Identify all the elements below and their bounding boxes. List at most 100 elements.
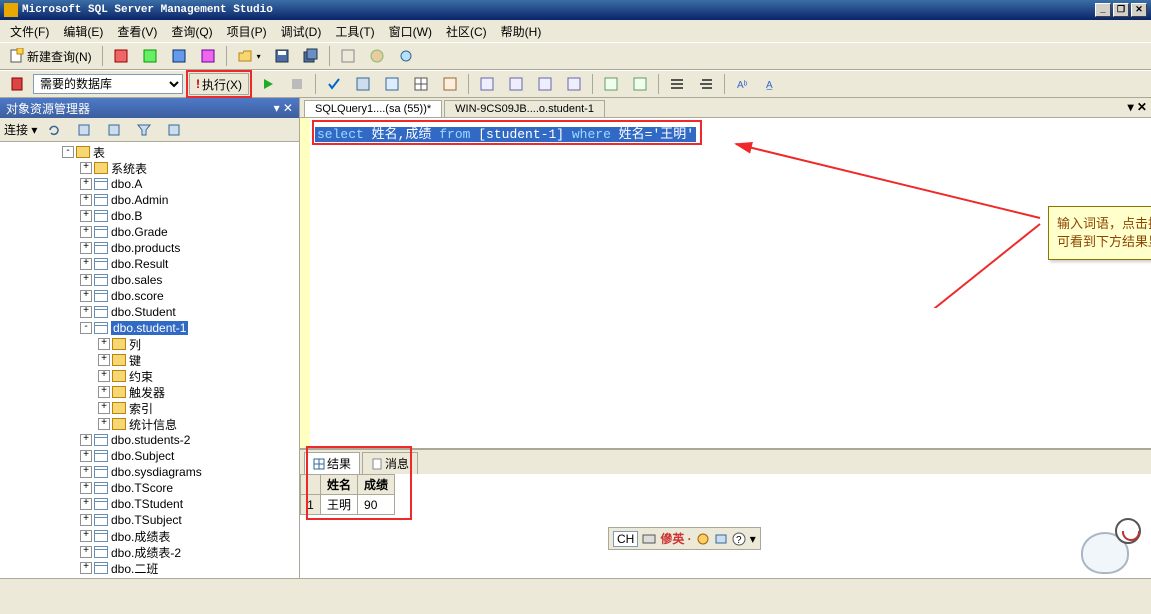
- tree-label[interactable]: dbo.Admin: [111, 193, 168, 207]
- tab-menu-button[interactable]: ▾ ✕: [1128, 100, 1147, 114]
- tree-expander[interactable]: +: [98, 370, 110, 382]
- tb2-11[interactable]: [693, 73, 719, 95]
- ime-softkb-icon[interactable]: [714, 532, 728, 546]
- tree-label[interactable]: dbo.成绩表: [111, 528, 170, 545]
- oe-btn-3[interactable]: [101, 119, 127, 141]
- tree-expander[interactable]: +: [80, 530, 92, 542]
- tree-expander[interactable]: +: [98, 386, 110, 398]
- tree-node[interactable]: + 索引: [2, 400, 297, 416]
- tree-expander[interactable]: +: [98, 338, 110, 350]
- tb-icon-1[interactable]: [108, 45, 134, 67]
- tree-expander[interactable]: +: [80, 514, 92, 526]
- ime-keyboard-icon[interactable]: [642, 532, 656, 546]
- tree-expander[interactable]: +: [80, 162, 92, 174]
- menu-window[interactable]: 窗口(W): [383, 21, 438, 42]
- new-query-button[interactable]: 新建查询(N): [4, 45, 97, 67]
- tree-node[interactable]: + 统计信息: [2, 416, 297, 432]
- col-name[interactable]: 姓名: [321, 475, 358, 495]
- tb-6[interactable]: [364, 45, 390, 67]
- tree-expander[interactable]: +: [98, 418, 110, 430]
- tree-label[interactable]: dbo.Subject: [111, 449, 174, 463]
- debug-button[interactable]: [255, 73, 281, 95]
- open-button[interactable]: ▾: [232, 45, 266, 67]
- restore-button[interactable]: ❐: [1113, 3, 1129, 17]
- tree-node[interactable]: + dbo.products: [2, 240, 297, 256]
- cell-name[interactable]: 王明: [321, 495, 358, 515]
- tree-label[interactable]: dbo.二班: [111, 560, 158, 577]
- cell-score[interactable]: 90: [358, 495, 395, 515]
- tree-label[interactable]: dbo.TScore: [111, 481, 173, 495]
- tb2-10[interactable]: [664, 73, 690, 95]
- tree-label[interactable]: dbo.students-2: [111, 433, 190, 447]
- minimize-button[interactable]: _: [1095, 3, 1111, 17]
- tree-node[interactable]: -表: [2, 144, 297, 160]
- tree-node[interactable]: +dbo.TScore: [2, 480, 297, 496]
- tree-label[interactable]: 索引: [129, 400, 153, 417]
- table-row[interactable]: 1 王明 90: [301, 495, 395, 515]
- parse-button[interactable]: [321, 73, 347, 95]
- tb-7[interactable]: [393, 45, 419, 67]
- tb2-3[interactable]: [437, 73, 463, 95]
- menu-edit[interactable]: 编辑(E): [57, 21, 109, 42]
- tb2-9[interactable]: [627, 73, 653, 95]
- tree-expander[interactable]: -: [62, 146, 74, 158]
- pin-icon[interactable]: ▾ ✕: [274, 101, 293, 115]
- tree-expander[interactable]: +: [80, 242, 92, 254]
- messages-tab[interactable]: 消息: [362, 452, 418, 474]
- tb2-4[interactable]: [474, 73, 500, 95]
- tb-icon-4[interactable]: [195, 45, 221, 67]
- tb-icon-3[interactable]: [166, 45, 192, 67]
- tb2-5[interactable]: [503, 73, 529, 95]
- tree-label[interactable]: 系统表: [111, 160, 147, 177]
- tree-expander[interactable]: +: [80, 546, 92, 558]
- tree-expander[interactable]: +: [80, 306, 92, 318]
- tree-expander[interactable]: +: [80, 178, 92, 190]
- tb2-6[interactable]: [532, 73, 558, 95]
- tree-node[interactable]: +dbo.Admin: [2, 192, 297, 208]
- tree-label[interactable]: dbo.A: [111, 177, 142, 191]
- menu-community[interactable]: 社区(C): [440, 21, 493, 42]
- tree-expander[interactable]: +: [80, 226, 92, 238]
- tab-student1[interactable]: WIN-9CS09JB....o.student-1: [444, 100, 605, 117]
- tb2-2[interactable]: [379, 73, 405, 95]
- menu-debug[interactable]: 调试(D): [275, 21, 328, 42]
- tree-node[interactable]: + 系统表: [2, 160, 297, 176]
- tree-expander[interactable]: +: [80, 466, 92, 478]
- tree-label[interactable]: dbo.products: [111, 241, 180, 255]
- tree-label[interactable]: 约束: [129, 368, 153, 385]
- tree[interactable]: -表+系统表+dbo.A+dbo.Admin+dbo.B+dbo.Grade+d…: [0, 142, 299, 614]
- tree-label[interactable]: 统计信息: [129, 416, 177, 433]
- tree-label[interactable]: dbo.TSubject: [111, 513, 182, 527]
- oe-refresh-button[interactable]: [41, 119, 67, 141]
- tree-expander[interactable]: +: [80, 450, 92, 462]
- tree-label[interactable]: dbo.B: [111, 209, 142, 223]
- tree-node[interactable]: +dbo.Grade: [2, 224, 297, 240]
- tb2-8[interactable]: [598, 73, 624, 95]
- oe-filter-button[interactable]: [131, 119, 157, 141]
- tree-node[interactable]: + dbo.Student: [2, 304, 297, 320]
- tree-label[interactable]: dbo.Result: [111, 257, 168, 271]
- close-button[interactable]: ✕: [1131, 3, 1147, 17]
- tree-expander[interactable]: +: [80, 258, 92, 270]
- tree-expander[interactable]: +: [98, 402, 110, 414]
- tree-expander[interactable]: -: [80, 322, 92, 334]
- tree-node[interactable]: + dbo.TSubject: [2, 512, 297, 528]
- sql-editor[interactable]: select 姓名,成绩 from [student-1] where 姓名='…: [300, 118, 1151, 448]
- oe-btn-2[interactable]: [71, 119, 97, 141]
- tb-icon-2[interactable]: [137, 45, 163, 67]
- tree-node[interactable]: +键: [2, 352, 297, 368]
- tree-node[interactable]: +dbo.score: [2, 288, 297, 304]
- tree-node[interactable]: +触发器: [2, 384, 297, 400]
- database-select[interactable]: 需要的数据库: [33, 74, 183, 94]
- tree-node[interactable]: +dbo.students-2: [2, 432, 297, 448]
- ime-settings-icon[interactable]: [696, 532, 710, 546]
- tree-node[interactable]: +dbo.B: [2, 208, 297, 224]
- menu-project[interactable]: 项目(P): [221, 21, 273, 42]
- tree-expander[interactable]: +: [80, 498, 92, 510]
- tree-label[interactable]: 列: [129, 336, 141, 353]
- tree-label[interactable]: dbo.sysdiagrams: [111, 465, 202, 479]
- tree-node[interactable]: + dbo.sysdiagrams: [2, 464, 297, 480]
- tree-label[interactable]: dbo.Student: [111, 305, 176, 319]
- menu-help[interactable]: 帮助(H): [495, 21, 548, 42]
- execute-button[interactable]: ! 执行(X): [189, 73, 249, 95]
